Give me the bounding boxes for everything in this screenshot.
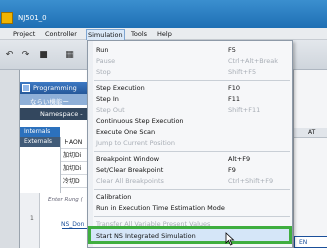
menu-item-continuous-step-execution[interactable]: Continuous Step Execution bbox=[94, 116, 290, 126]
right-pane: AT EN bbox=[293, 70, 327, 248]
menu-item-shortcut: Shift+F5 bbox=[228, 68, 257, 76]
menu-item-label: Run in Execution Time Estimation Mode bbox=[96, 204, 225, 212]
rung-number: 1 bbox=[30, 215, 34, 222]
menu-item-label: Breakpoint Window bbox=[96, 155, 160, 163]
menu-help[interactable]: Help bbox=[156, 29, 173, 40]
ladder-editor[interactable]: 1 Enter Rung ( NS_Don bbox=[20, 193, 95, 248]
menu-item-shortcut: Shift+F11 bbox=[228, 106, 261, 114]
menu-icon-gutter bbox=[88, 41, 93, 247]
menu-controller[interactable]: Controller bbox=[44, 29, 78, 40]
build-icon[interactable]: ▦ bbox=[64, 50, 75, 61]
title-bar: NJ501_0 bbox=[0, 0, 327, 28]
arrow-back-icon[interactable]: ↶ bbox=[4, 50, 15, 61]
menu-bar: Project Controller Simulation Tools Help bbox=[0, 28, 327, 40]
menu-separator bbox=[94, 151, 290, 152]
menu-item-label: Stop bbox=[96, 68, 111, 76]
contact-label: NS_Don bbox=[61, 221, 85, 228]
arrow-forward-icon[interactable]: ↷ bbox=[20, 50, 31, 61]
menu-separator bbox=[94, 80, 290, 81]
programming-label: Programming bbox=[33, 84, 77, 92]
namespace-bar[interactable]: Namespace - ▾ bbox=[20, 108, 95, 120]
namespace-label: Namespace - bbox=[40, 110, 83, 118]
menu-item-step-out[interactable]: Step Out Shift+F11 bbox=[94, 105, 290, 115]
menu-project[interactable]: Project bbox=[12, 29, 36, 40]
multiview-explorer-edge bbox=[0, 70, 20, 248]
menu-item-stop[interactable]: Stop Shift+F5 bbox=[94, 67, 290, 77]
menu-item-shortcut: F9 bbox=[228, 166, 236, 174]
menu-item-label: Set/Clear Breakpoint bbox=[96, 166, 164, 174]
menu-item-shortcut: Ctrl+Alt+Break bbox=[228, 57, 278, 65]
menu-item-label: Pause bbox=[96, 57, 116, 65]
menu-item-breakpoint-window[interactable]: Breakpoint Window Alt+F9 bbox=[94, 154, 290, 164]
menu-item-step-in[interactable]: Step In F11 bbox=[94, 94, 290, 104]
at-label: AT bbox=[308, 129, 316, 136]
program-tab[interactable]: ならい機能ー bbox=[20, 94, 95, 106]
menu-item-shortcut: F11 bbox=[228, 95, 241, 103]
programming-icon bbox=[22, 84, 30, 92]
menu-item-label: Step Out bbox=[96, 106, 125, 114]
save-icon[interactable]: ■ bbox=[38, 50, 49, 61]
menu-item-shortcut: Ctrl+Shift+F9 bbox=[228, 177, 274, 185]
menu-item-jump-to-current-position[interactable]: Jump to Current Position bbox=[94, 138, 290, 148]
menu-item-label: Step In bbox=[96, 95, 119, 103]
menu-item-set-clear-breakpoint[interactable]: Set/Clear Breakpoint F9 bbox=[94, 165, 290, 175]
menu-item-label: Continuous Step Execution bbox=[96, 117, 184, 125]
menu-item-shortcut: Alt+F9 bbox=[228, 155, 251, 163]
menu-simulation[interactable]: Simulation bbox=[86, 29, 125, 40]
menu-item-step-execution[interactable]: Step Execution F10 bbox=[94, 83, 290, 93]
menu-item-label: Step Execution bbox=[96, 84, 145, 92]
at-column-header: AT bbox=[294, 128, 327, 138]
menu-item-label: Run bbox=[96, 46, 109, 54]
menu-item-label: Calibration bbox=[96, 193, 132, 201]
menu-separator bbox=[94, 189, 290, 190]
window-title: NJ501_0 bbox=[18, 14, 47, 22]
menu-item-start-ns-integrated-simulation[interactable]: Start NS Integrated Simulation bbox=[88, 226, 292, 244]
menu-item-clear-all-breakpoints[interactable]: Clear All Breakpoints Ctrl+Shift+F9 bbox=[94, 176, 290, 186]
menu-item-shortcut: F5 bbox=[228, 46, 236, 54]
menu-item-label: Execute One Scan bbox=[96, 128, 156, 136]
menu-item-run-in-execution-time-estimation-mode[interactable]: Run in Execution Time Estimation Mode bbox=[94, 203, 290, 213]
mouse-cursor-icon bbox=[225, 232, 235, 246]
en-label: EN bbox=[299, 239, 308, 246]
tab-externals[interactable]: Externals bbox=[20, 137, 60, 147]
menu-item-shortcut: F10 bbox=[228, 84, 241, 92]
menu-item-label: Clear All Breakpoints bbox=[96, 177, 164, 185]
programming-header[interactable]: Programming bbox=[20, 82, 95, 94]
menu-tools[interactable]: Tools bbox=[130, 29, 148, 40]
menu-item-pause[interactable]: Pause Ctrl+Alt+Break bbox=[94, 56, 290, 66]
app-icon bbox=[1, 12, 13, 24]
menu-item-label: Jump to Current Position bbox=[96, 139, 175, 147]
simulation-menu: Run F5 Pause Ctrl+Alt+Break Stop Shift+F… bbox=[87, 40, 293, 248]
menu-item-label: Start NS Integrated Simulation bbox=[96, 232, 196, 240]
menu-separator bbox=[94, 216, 290, 217]
program-tab-label: ならい機能ー bbox=[30, 98, 69, 106]
menu-item-calibration[interactable]: Calibration bbox=[94, 192, 290, 202]
function-block-en[interactable]: EN bbox=[294, 236, 327, 248]
menu-item-run[interactable]: Run F5 bbox=[94, 45, 290, 55]
rung-comment: Enter Rung ( bbox=[48, 197, 83, 203]
tab-internals[interactable]: Internals bbox=[20, 127, 60, 137]
menu-item-execute-one-scan[interactable]: Execute One Scan bbox=[94, 127, 290, 137]
